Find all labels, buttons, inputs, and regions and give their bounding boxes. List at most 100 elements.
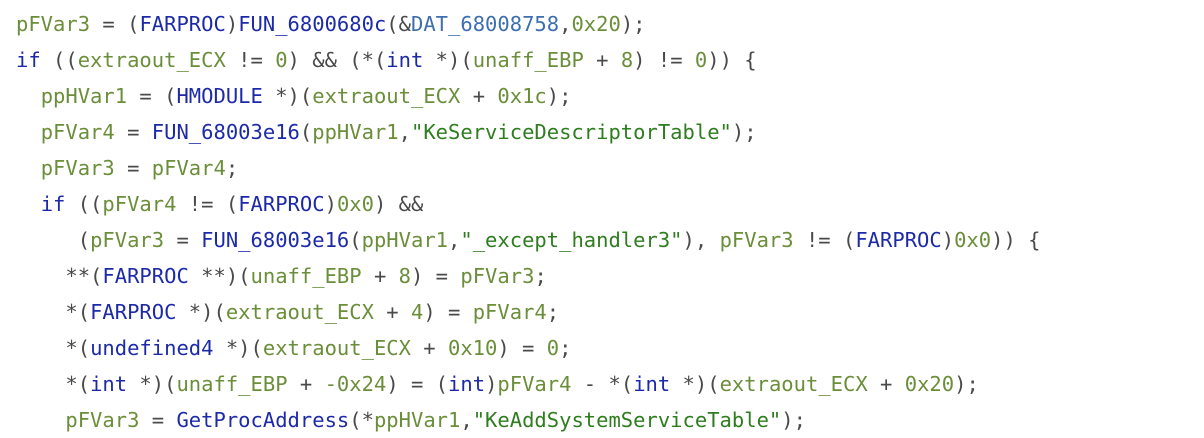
number-token: 0x0 <box>336 192 374 216</box>
punctuation-token: *)( <box>176 300 226 324</box>
punctuation-token: , <box>559 12 572 36</box>
operator-token: != <box>225 48 276 72</box>
keyword-token: if <box>40 192 66 216</box>
operator-token: + <box>867 372 905 396</box>
variable-token[interactable]: pFVar4 <box>473 300 547 324</box>
code-line[interactable]: (pFVar3 = FUN_68003e16(ppHVar1,"_except_… <box>16 222 1041 258</box>
type-token[interactable]: FARPROC <box>90 300 176 324</box>
punctuation-token: ( <box>349 228 362 252</box>
punctuation-token: (( <box>40 48 78 72</box>
operator-token: != ( <box>793 228 856 252</box>
punctuation-token: ) && <box>373 192 424 216</box>
global-token[interactable]: DAT_68008758 <box>411 12 559 36</box>
punctuation-token: *)( <box>127 372 177 396</box>
punctuation-token: , <box>398 120 411 144</box>
string-token: "KeServiceDescriptorTable" <box>410 120 732 144</box>
variable-token[interactable]: ppHVar1 <box>374 408 460 432</box>
type-token[interactable]: int <box>633 372 670 396</box>
punctuation-token: ; <box>534 264 547 288</box>
operator-token: + <box>460 84 498 108</box>
number-token: 0 <box>546 336 560 360</box>
punctuation-token: *)( <box>262 84 313 108</box>
punctuation-token: )) { <box>707 48 757 72</box>
string-token: "_except_handler3" <box>460 228 683 252</box>
variable-token[interactable]: pFVar4 <box>152 156 226 180</box>
punctuation-token: **( <box>16 264 103 288</box>
operator-token: + <box>583 48 621 72</box>
operator-token <box>16 192 41 216</box>
keyword-token: if <box>16 48 41 72</box>
punctuation-token: , <box>460 408 473 432</box>
string-token: "KeAddSystemServiceTable" <box>472 408 782 432</box>
variable-token[interactable]: ppHVar1 <box>41 84 127 108</box>
code-line[interactable]: *(int *)(unaff_EBP + -0x24) = (int)pFVar… <box>16 366 1041 402</box>
variable-token[interactable]: extraout_ECX <box>312 84 460 108</box>
punctuation-token: ) <box>941 228 955 252</box>
function-token[interactable]: FUN_68003e16 <box>152 120 300 144</box>
variable-token[interactable]: pFVar4 <box>497 372 571 396</box>
punctuation-token: *)( <box>213 336 263 360</box>
variable-token[interactable]: unaff_EBP <box>473 48 584 72</box>
punctuation-token: ); <box>954 372 979 396</box>
type-token[interactable]: FARPROC <box>139 12 225 36</box>
code-line[interactable]: pFVar3 = GetProcAddress(*ppHVar1,"KeAddS… <box>16 402 1041 438</box>
type-token[interactable]: FARPROC <box>102 264 188 288</box>
code-line[interactable]: pFVar3 = pFVar4; <box>16 150 1041 186</box>
variable-token[interactable]: pFVar3 <box>16 12 90 36</box>
operator-token: + <box>361 264 399 288</box>
function-token[interactable]: FUN_6800680c <box>238 12 386 36</box>
variable-token[interactable]: pFVar3 <box>460 264 534 288</box>
operator-token: = <box>114 120 152 144</box>
variable-token[interactable]: extraout_ECX <box>226 300 374 324</box>
variable-token[interactable]: pFVar4 <box>41 120 115 144</box>
type-token[interactable]: undefined4 <box>90 336 213 360</box>
function-token[interactable]: FUN_68003e16 <box>201 228 349 252</box>
type-token[interactable]: int <box>90 372 127 396</box>
code-line[interactable]: pFVar4 = FUN_68003e16(ppHVar1,"KeService… <box>16 114 1041 150</box>
type-token[interactable]: FARPROC <box>855 228 941 252</box>
variable-token[interactable]: extraout_ECX <box>263 336 411 360</box>
code-line[interactable]: **(FARPROC **)(unaff_EBP + 8) = pFVar3; <box>16 258 1041 294</box>
operator-token: + <box>410 336 448 360</box>
operator-token <box>16 156 41 180</box>
variable-token[interactable]: pFVar4 <box>102 192 176 216</box>
operator-token: = ( <box>90 12 140 36</box>
type-token[interactable]: int <box>386 48 423 72</box>
punctuation-token: (* <box>349 408 374 432</box>
type-token[interactable]: int <box>448 372 485 396</box>
decompiler-code-view[interactable]: pFVar3 = (FARPROC)FUN_6800680c(&DAT_6800… <box>16 6 1041 438</box>
number-token: 0 <box>694 48 708 72</box>
punctuation-token: ) && (*( <box>287 48 387 72</box>
operator-token: != ( <box>176 192 239 216</box>
variable-token[interactable]: pFVar3 <box>65 408 139 432</box>
code-line[interactable]: pFVar3 = (FARPROC)FUN_6800680c(&DAT_6800… <box>16 6 1041 42</box>
number-token: 0x20 <box>571 12 621 36</box>
code-line[interactable]: *(undefined4 *)(extraout_ECX + 0x10) = 0… <box>16 330 1041 366</box>
variable-token[interactable]: unaff_EBP <box>176 372 287 396</box>
variable-token[interactable]: extraout_ECX <box>720 372 868 396</box>
number-token: 8 <box>620 48 634 72</box>
punctuation-token: *( <box>16 336 91 360</box>
code-line[interactable]: if ((extraout_ECX != 0) && (*(int *)(una… <box>16 42 1041 78</box>
variable-token[interactable]: pFVar3 <box>41 156 115 180</box>
operator-token: = <box>114 156 152 180</box>
code-line[interactable]: ppHVar1 = (HMODULE *)(extraout_ECX + 0x1… <box>16 78 1041 114</box>
code-line[interactable]: if ((pFVar4 != (FARPROC)0x0) && <box>16 186 1041 222</box>
variable-token[interactable]: ppHVar1 <box>312 120 398 144</box>
type-token[interactable]: HMODULE <box>176 84 262 108</box>
punctuation-token: *( <box>16 300 91 324</box>
code-line[interactable]: *(FARPROC *)(extraout_ECX + 4) = pFVar4; <box>16 294 1041 330</box>
variable-token[interactable]: pFVar3 <box>720 228 794 252</box>
operator-token: ) = <box>423 300 473 324</box>
punctuation-token: ) <box>225 12 239 36</box>
type-token[interactable]: FARPROC <box>238 192 324 216</box>
variable-token[interactable]: ppHVar1 <box>362 228 448 252</box>
function-token[interactable]: GetProcAddress <box>176 408 349 432</box>
punctuation-token: ( <box>16 228 91 252</box>
variable-token[interactable]: unaff_EBP <box>251 264 362 288</box>
variable-token[interactable]: pFVar3 <box>90 228 164 252</box>
operator-token: = ( <box>127 84 177 108</box>
variable-token[interactable]: extraout_ECX <box>78 48 226 72</box>
operator-token <box>16 84 41 108</box>
punctuation-token: ); <box>546 84 572 108</box>
